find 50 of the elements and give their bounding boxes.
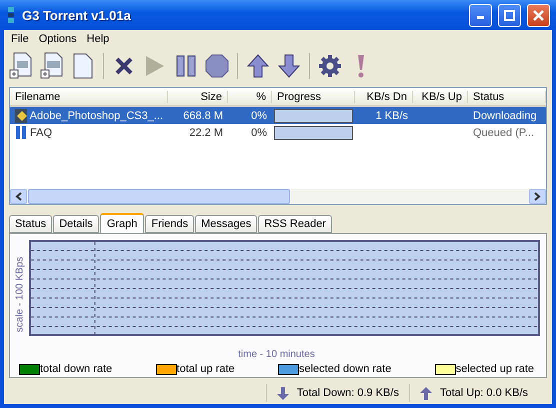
menu-item[interactable]: File xyxy=(6,32,34,44)
legend-label: selected down rate xyxy=(299,363,392,375)
column-header[interactable]: Progress xyxy=(272,90,355,102)
column-header[interactable]: Filename xyxy=(10,90,168,102)
maximize-icon xyxy=(504,10,515,20)
tab[interactable]: RSS Reader xyxy=(258,215,332,233)
total-down-rate: Total Down: 0.9 KB/s xyxy=(296,387,399,399)
legend-label: total up rate xyxy=(176,363,235,375)
tab[interactable]: Graph xyxy=(100,213,144,234)
table-cell: FAQ xyxy=(30,126,52,138)
column-header[interactable]: Size xyxy=(168,90,228,102)
table-cell: 0% xyxy=(251,126,267,138)
tab[interactable]: Friends xyxy=(145,215,194,233)
table-cell: 22.2 M xyxy=(189,126,223,138)
table-cell: Adobe_Photoshop_CS3_... xyxy=(30,110,163,122)
torrent-row[interactable]: FAQ 22.2 M 0% Queued (P... xyxy=(10,124,546,141)
total-up-rate: Total Up: 0.0 KB/s xyxy=(440,387,528,399)
minimize-button[interactable] xyxy=(469,4,492,26)
axis-label: scale - 100 KBps xyxy=(14,256,26,332)
legend-label: selected up rate xyxy=(456,363,534,375)
up-arrow-icon xyxy=(420,386,432,400)
maximize-button[interactable] xyxy=(498,4,521,26)
legend-label: total down rate xyxy=(40,363,112,375)
column-header[interactable]: Status xyxy=(468,90,546,102)
close-icon xyxy=(533,10,544,20)
tab[interactable]: Details xyxy=(53,215,99,233)
table-cell: Queued (P... xyxy=(473,126,534,138)
down-arrow-icon xyxy=(276,386,289,400)
pause-icon xyxy=(15,126,27,139)
close-button[interactable] xyxy=(527,4,550,26)
torrent-row[interactable]: Adobe_Photoshop_CS3_... 668.8 M 0% 1 KB/s Downloading xyxy=(10,107,546,124)
horizontal-scrollbar[interactable] xyxy=(10,189,546,204)
table-cell: 1 KB/s xyxy=(376,110,408,122)
download-icon xyxy=(15,108,27,122)
tab[interactable]: Messages xyxy=(195,215,258,233)
table-cell: Downloading xyxy=(473,110,537,122)
column-header[interactable]: % xyxy=(228,90,272,102)
menu-item[interactable]: Options xyxy=(34,32,82,44)
scroll-left-icon xyxy=(15,192,22,201)
axis-label: time - 10 minutes xyxy=(238,349,315,360)
close-icon xyxy=(115,57,133,75)
column-header[interactable]: KB/s Dn xyxy=(355,90,413,102)
table-cell: 668.8 M xyxy=(183,110,223,122)
column-header[interactable]: KB/s Up xyxy=(413,90,468,102)
window-title: G3 Torrent v1.01a xyxy=(22,8,132,22)
scroll-right-icon xyxy=(534,192,541,201)
tab[interactable]: Status xyxy=(9,215,52,233)
app-icon xyxy=(6,6,16,24)
menu-item[interactable]: Help xyxy=(82,32,114,44)
table-cell: 0% xyxy=(251,110,267,122)
